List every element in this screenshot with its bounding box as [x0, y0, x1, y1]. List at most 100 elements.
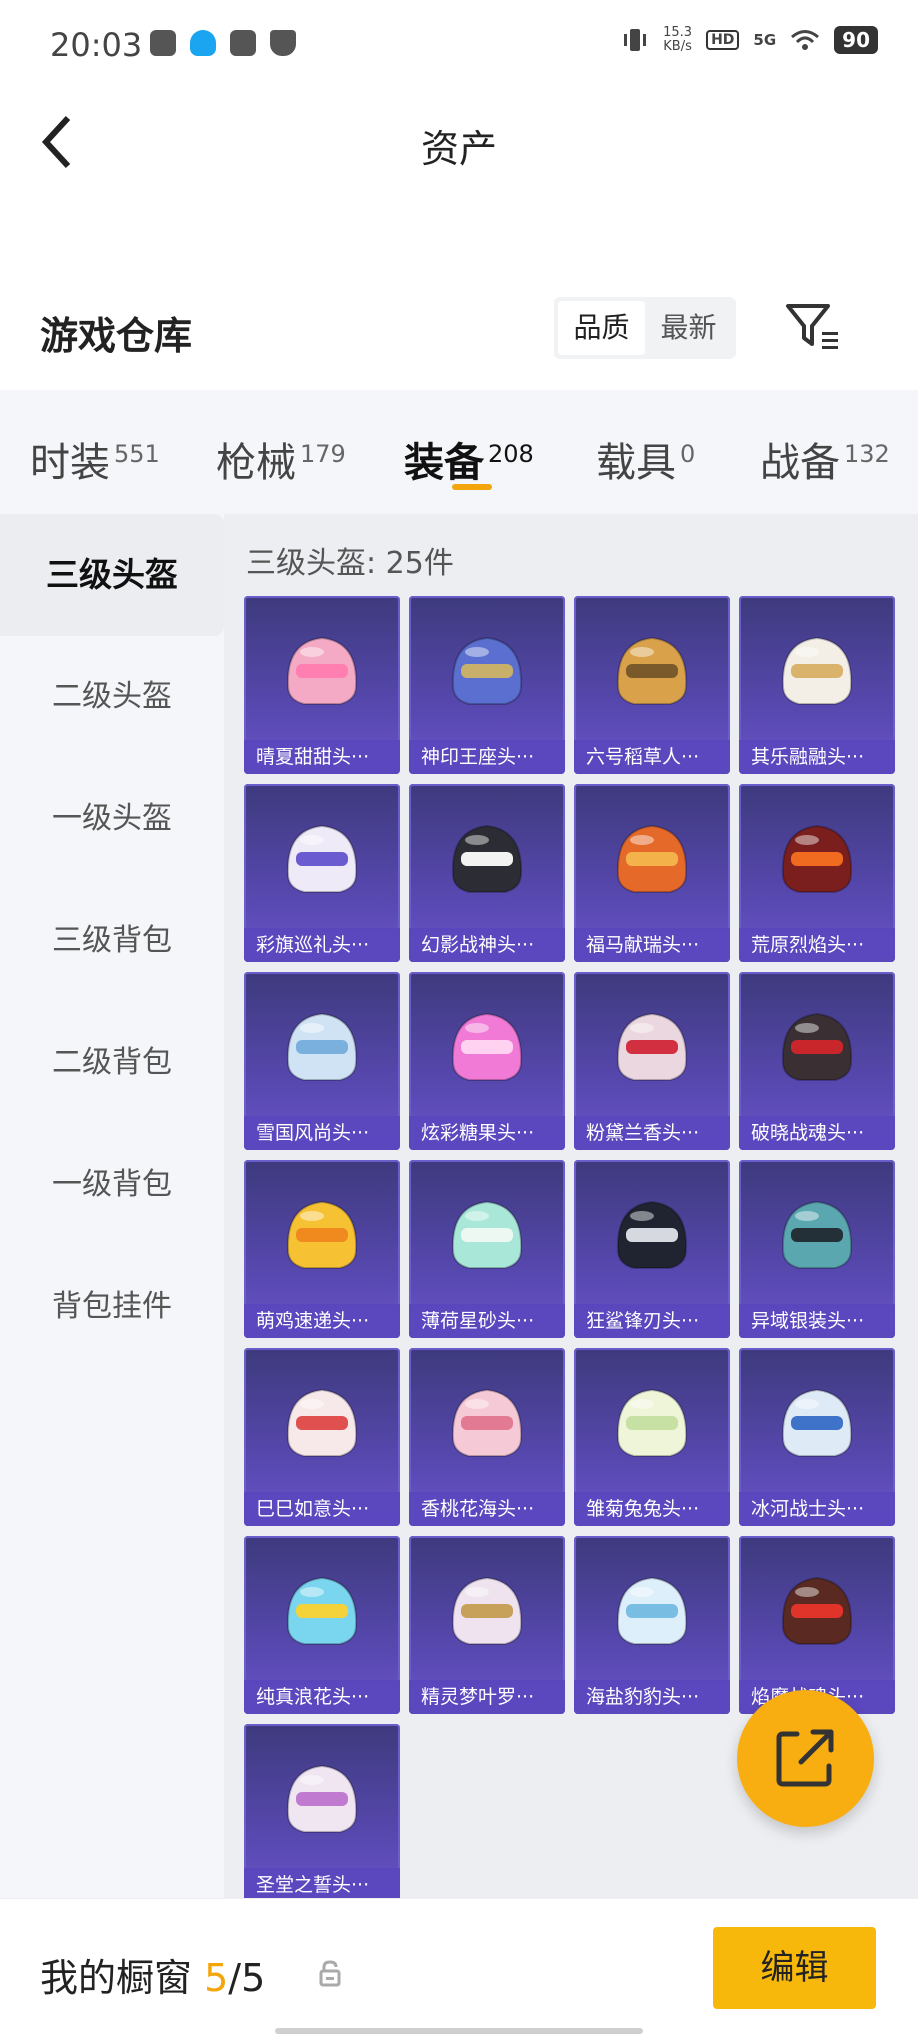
filter-icon[interactable]: [784, 302, 840, 354]
helmet-icon: [286, 824, 358, 893]
item-card[interactable]: 福马献瑞头···: [574, 784, 730, 962]
hd-icon: HD: [706, 30, 740, 50]
helmet-icon: [451, 824, 523, 893]
helmet-icon: [781, 1200, 853, 1269]
item-name: 雏菊兔兔头···: [574, 1492, 730, 1526]
helmet-icon: [781, 1388, 853, 1457]
helmet-icon: [616, 1388, 688, 1457]
sidebar-item-level2-helmet[interactable]: 二级头盔: [0, 636, 224, 758]
item-card[interactable]: 萌鸡速递头···: [244, 1160, 400, 1338]
item-card[interactable]: 异域银装头···: [739, 1160, 895, 1338]
helmet-icon: [286, 1012, 358, 1081]
home-indicator: [275, 2028, 643, 2034]
bottom-bar: 我的橱窗 5/5 编辑: [0, 1898, 918, 2041]
signal-5g-icon: 5G: [753, 31, 777, 49]
helmet-icon: [286, 1764, 358, 1833]
warehouse-title: 游戏仓库: [40, 314, 193, 358]
item-card[interactable]: 香桃花海头···: [409, 1348, 565, 1526]
item-card[interactable]: 粉黛兰香头···: [574, 972, 730, 1150]
lock-icon: [319, 1960, 341, 1987]
sidebar-item-backpack-charm[interactable]: 背包挂件: [0, 1246, 224, 1368]
tab-supplies[interactable]: 战备 132: [760, 430, 890, 488]
item-card[interactable]: 破晓战魂头···: [739, 972, 895, 1150]
helmet-icon: [451, 1012, 523, 1081]
sidebar-item-level1-helmet[interactable]: 一级头盔: [0, 758, 224, 880]
item-name: 破晓战魂头···: [739, 1116, 895, 1150]
helmet-icon: [286, 1576, 358, 1645]
sort-latest-option[interactable]: 最新: [645, 301, 732, 355]
sidebar-item-level2-backpack[interactable]: 二级背包: [0, 1002, 224, 1124]
helmet-icon: [616, 636, 688, 705]
item-count-label: 三级头盔: 25件: [246, 546, 454, 581]
item-name: 粉黛兰香头···: [574, 1116, 730, 1150]
item-card[interactable]: 海盐豹豹头···: [574, 1536, 730, 1714]
showcase-used-count: 5: [204, 1956, 229, 2000]
item-name: 其乐融融头···: [739, 740, 895, 774]
sidebar-item-level1-backpack[interactable]: 一级背包: [0, 1124, 224, 1246]
vibrate-icon: [624, 29, 647, 51]
showcase-label: 我的橱窗: [40, 1956, 193, 2000]
tab-label: 装备: [404, 440, 484, 486]
helmet-icon: [451, 1576, 523, 1645]
helmet-icon: [286, 1200, 358, 1269]
sidebar-item-level3-helmet[interactable]: 三级头盔: [0, 514, 224, 636]
item-name: 海盐豹豹头···: [574, 1680, 730, 1714]
item-name: 幻影战神头···: [409, 928, 565, 962]
item-card[interactable]: 纯真浪花头···: [244, 1536, 400, 1714]
helmet-icon: [616, 824, 688, 893]
item-name: 六号稻草人···: [574, 740, 730, 774]
share-fab-button[interactable]: [737, 1690, 874, 1827]
item-card[interactable]: 彩旗巡礼头···: [244, 784, 400, 962]
sort-quality-option[interactable]: 品质: [558, 301, 645, 355]
item-card[interactable]: 冰河战士头···: [739, 1348, 895, 1526]
item-card[interactable]: 狂鲨锋刃头···: [574, 1160, 730, 1338]
tab-vehicles[interactable]: 载具 0: [596, 430, 695, 488]
item-name: 香桃花海头···: [409, 1492, 565, 1526]
item-card[interactable]: 精灵梦叶罗···: [409, 1536, 565, 1714]
tab-count: 208: [488, 439, 534, 468]
tab-label: 战备: [760, 440, 840, 486]
item-name: 炫彩糖果头···: [409, 1116, 565, 1150]
helmet-icon: [451, 1200, 523, 1269]
wifi-icon: [791, 30, 820, 50]
item-name: 薄荷星砂头···: [409, 1304, 565, 1338]
tab-equipment[interactable]: 装备 208: [404, 430, 534, 488]
share-icon: [776, 1729, 834, 1787]
subcategory-sidebar: 三级头盔 二级头盔 一级头盔 三级背包 二级背包 一级背包 背包挂件: [0, 514, 224, 1898]
qq-icon: [190, 30, 216, 56]
item-card[interactable]: 巳巳如意头···: [244, 1348, 400, 1526]
sort-toggle: 品质 最新: [554, 297, 736, 359]
item-name: 冰河战士头···: [739, 1492, 895, 1526]
tab-fashion[interactable]: 时装 551: [30, 430, 160, 488]
item-card[interactable]: 晴夏甜甜头···: [244, 596, 400, 774]
item-card[interactable]: 荒原烈焰头···: [739, 784, 895, 962]
shield-icon: [270, 30, 296, 56]
item-card[interactable]: 其乐融融头···: [739, 596, 895, 774]
item-card[interactable]: 薄荷星砂头···: [409, 1160, 565, 1338]
item-card[interactable]: 雏菊兔兔头···: [574, 1348, 730, 1526]
item-name: 纯真浪花头···: [244, 1680, 400, 1714]
item-card[interactable]: 六号稻草人···: [574, 596, 730, 774]
message-icon: [230, 30, 256, 56]
item-card[interactable]: 雪国风尚头···: [244, 972, 400, 1150]
edit-button[interactable]: 编辑: [713, 1927, 876, 2009]
item-name: 彩旗巡礼头···: [244, 928, 400, 962]
app-notification-icon: [150, 30, 176, 56]
notification-icons: [150, 30, 296, 56]
helmet-icon: [451, 636, 523, 705]
tab-label: 时装: [30, 440, 110, 486]
sidebar-item-level3-backpack[interactable]: 三级背包: [0, 880, 224, 1002]
tab-firearms[interactable]: 枪械 179: [216, 430, 346, 488]
status-time: 20:03: [50, 26, 143, 64]
item-card[interactable]: 焰魔战魂头···: [739, 1536, 895, 1714]
item-card[interactable]: 神印王座头···: [409, 596, 565, 774]
showcase-total-count: 5: [241, 1956, 266, 2000]
helmet-icon: [616, 1200, 688, 1269]
item-card[interactable]: 炫彩糖果头···: [409, 972, 565, 1150]
item-card[interactable]: 圣堂之誓头···: [244, 1724, 400, 1898]
item-card[interactable]: 幻影战神头···: [409, 784, 565, 962]
helmet-icon: [781, 1012, 853, 1081]
page-title: 资产: [420, 127, 497, 171]
helmet-icon: [616, 1576, 688, 1645]
item-name: 萌鸡速递头···: [244, 1304, 400, 1338]
